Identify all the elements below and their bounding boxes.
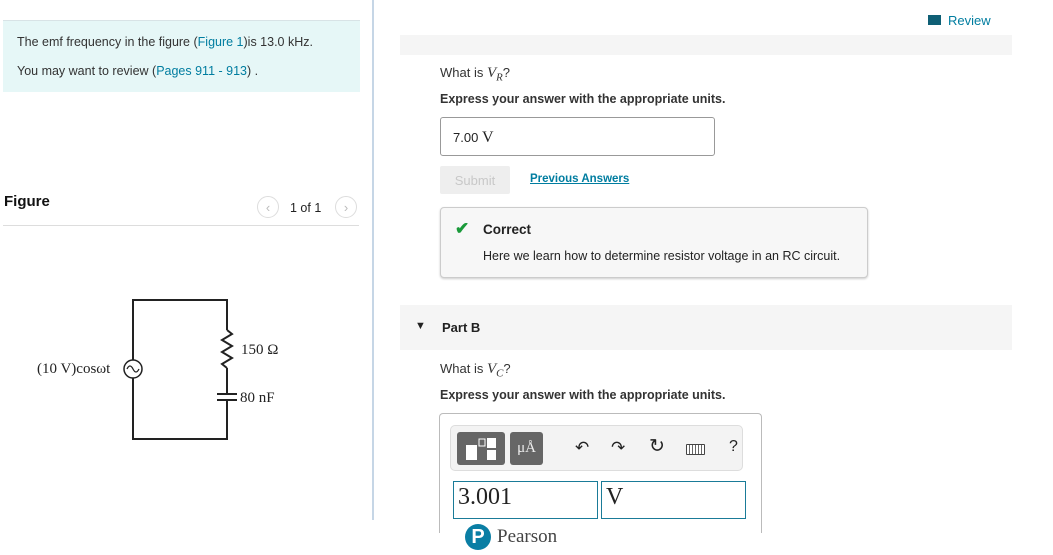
problem-line-1: The emf frequency in the figure (Figure …	[17, 35, 313, 49]
units-button[interactable]: μÅ	[510, 432, 543, 465]
figure-link[interactable]: Figure 1	[198, 35, 244, 49]
feedback-text: Here we learn how to determine resistor …	[483, 249, 841, 263]
math-toolbar: μÅ ↶ ↷ ↻ ?	[450, 425, 743, 471]
part-a-header[interactable]	[400, 35, 1012, 55]
part-a-question: What is VR?	[440, 65, 510, 84]
value-input[interactable]: 3.001	[453, 481, 598, 519]
book-icon	[928, 15, 941, 25]
unit-input[interactable]: V	[601, 481, 746, 519]
capacitor-label: 80 nF	[240, 390, 275, 406]
redo-icon[interactable]: ↷	[611, 438, 625, 458]
part-b-title: Part B	[442, 320, 481, 335]
sticky-header: Review	[400, 0, 1030, 35]
problem-intro: The emf frequency in the figure (Figure …	[3, 20, 360, 92]
previous-answers-link[interactable]: Previous Answers	[530, 173, 629, 185]
resistor	[220, 329, 234, 369]
templates-glyph	[466, 437, 496, 460]
submit-button[interactable]: Submit	[440, 166, 510, 194]
feedback-title: Correct	[483, 222, 532, 237]
feedback-box: ✔ Correct Here we learn how to determine…	[440, 207, 868, 278]
wire-top	[132, 299, 228, 360]
problem-line-2: You may want to review (Pages 911 - 913)…	[17, 64, 259, 78]
answer-editor: μÅ ↶ ↷ ↻ ? 3.001 V	[439, 413, 762, 533]
chevron-right-icon[interactable]: ›	[335, 196, 357, 218]
review-link[interactable]: Review	[948, 13, 991, 28]
help-button[interactable]: ?	[729, 438, 738, 456]
wire-bottom	[132, 378, 228, 440]
pages-link[interactable]: Pages 911 - 913	[156, 64, 247, 78]
figure-title: Figure	[4, 193, 50, 210]
chevron-left-icon[interactable]: ‹	[257, 196, 279, 218]
checkmark-icon: ✔	[455, 219, 470, 238]
part-a-instruction: Express your answer with the appropriate…	[440, 92, 726, 106]
reset-icon[interactable]: ↻	[649, 435, 665, 458]
part-b-question: What is VC?	[440, 361, 511, 380]
part-a-answer-field[interactable]: 7.00 V	[440, 117, 715, 156]
part-b-instruction: Express your answer with the appropriate…	[440, 388, 726, 402]
resistor-label: 150 Ω	[241, 342, 279, 358]
undo-icon[interactable]: ↶	[575, 438, 589, 458]
templates-icon[interactable]	[457, 432, 505, 465]
pearson-brand: Pearson	[497, 526, 558, 547]
caret-down-icon: ▼	[415, 320, 426, 332]
source-label: (10 V)cosωt	[37, 361, 111, 377]
pane-divider[interactable]	[372, 0, 374, 520]
sine-glyph	[126, 365, 140, 373]
figure-divider	[3, 225, 359, 226]
pearson-logo: P	[465, 524, 491, 550]
figure-pager: 1 of 1	[290, 201, 322, 215]
part-b-header[interactable]: ▼ Part B	[400, 305, 1012, 350]
keyboard-icon[interactable]	[686, 444, 705, 455]
